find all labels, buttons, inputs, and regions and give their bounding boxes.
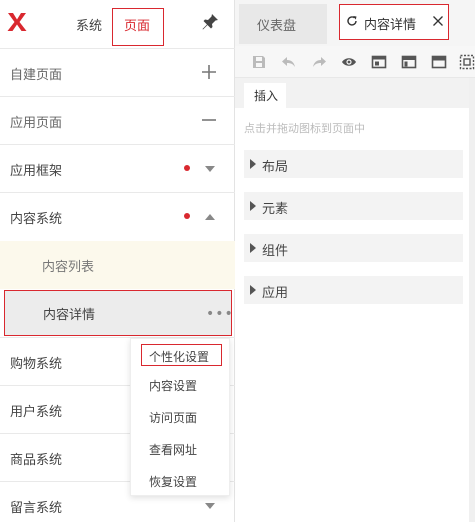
section-applications[interactable]: 应用: [244, 276, 463, 304]
workspace-tab-bar: 仪表盘 内容详情: [235, 0, 475, 46]
plus-icon[interactable]: [201, 64, 217, 80]
menu-item-visit-page[interactable]: 访问页面: [131, 402, 231, 432]
redo-icon[interactable]: [311, 54, 327, 70]
status-dot: [184, 213, 190, 219]
tab-label: 插入: [254, 89, 279, 103]
editor-toolbar: [235, 46, 475, 78]
close-icon[interactable]: [432, 15, 444, 27]
caret-right-icon: [250, 243, 256, 253]
section-label: 元素: [262, 202, 289, 217]
tab-insert[interactable]: 插入: [244, 83, 286, 108]
menu-item-label: 查看网址: [149, 443, 198, 457]
grid-icon[interactable]: [459, 54, 475, 70]
sidebar-item-label: 内容系统: [10, 212, 63, 227]
tab-dashboard[interactable]: 仪表盘: [239, 4, 327, 44]
section-label: 布局: [262, 160, 289, 175]
section-label: 组件: [262, 244, 289, 259]
context-menu: 个性化设置 内容设置 访问页面 查看网址 恢复设置: [130, 338, 230, 496]
caret-right-icon: [250, 201, 256, 211]
status-dot: [184, 165, 190, 171]
sidebar-item-custom-pages[interactable]: 自建页面: [0, 48, 235, 96]
caret-down-icon[interactable]: [204, 165, 216, 173]
section-layout[interactable]: 布局: [244, 150, 463, 178]
tab-page-label: 页面: [124, 19, 151, 34]
tab-label: 仪表盘: [257, 19, 297, 34]
caret-up-icon[interactable]: [204, 213, 216, 221]
sidebar-header: 系统 页面: [0, 0, 235, 48]
sidebar-item-label: 应用框架: [10, 164, 63, 179]
undo-icon[interactable]: [281, 54, 297, 70]
sidebar-item-content-system[interactable]: 内容系统: [0, 192, 235, 240]
sidebar-item-label: 应用页面: [10, 116, 63, 131]
menu-item-view-url[interactable]: 查看网址: [131, 434, 231, 464]
layout-icon[interactable]: [371, 54, 387, 70]
sidebar-item-label: 购物系统: [10, 357, 63, 372]
reload-icon[interactable]: [346, 15, 358, 27]
tab-content-detail[interactable]: 内容详情: [339, 4, 449, 40]
sidebar-item-app-pages[interactable]: 应用页面: [0, 96, 235, 144]
more-options-icon[interactable]: •••: [206, 306, 234, 322]
sidebar-item-label: 自建页面: [10, 68, 63, 83]
sidebar-subitem-content-detail[interactable]: 内容详情 •••: [4, 290, 234, 336]
tab-label: 内容详情: [364, 18, 417, 33]
sidebar-subitem-label: 内容列表: [42, 260, 95, 275]
section-label: 应用: [262, 286, 289, 301]
sidebar-subitem-content-list[interactable]: 内容列表: [0, 241, 235, 289]
sidebar-item-app-framework[interactable]: 应用框架: [0, 144, 235, 192]
menu-item-restore-settings[interactable]: 恢复设置: [131, 466, 231, 496]
menu-item-label: 访问页面: [149, 411, 198, 425]
sidebar-item-label: 商品系统: [10, 453, 63, 468]
panel-tab-bar: 插入: [235, 78, 475, 108]
drag-hint-text: 点击并拖动图标到页面中: [244, 122, 365, 135]
logo-x-icon: [7, 13, 27, 31]
save-icon[interactable]: [251, 54, 267, 70]
full-layout-icon[interactable]: [431, 54, 447, 70]
sidebar-item-label: 用户系统: [10, 405, 63, 420]
scrollbar[interactable]: [469, 78, 475, 522]
caret-right-icon: [250, 285, 256, 295]
section-elements[interactable]: 元素: [244, 192, 463, 220]
section-components[interactable]: 组件: [244, 234, 463, 262]
minus-icon[interactable]: [201, 112, 217, 128]
workspace: 仪表盘 内容详情 插入 点击并拖动图标到页面中 布局 元素 组件 应用: [235, 0, 475, 522]
preview-icon[interactable]: [341, 54, 357, 70]
caret-right-icon: [250, 159, 256, 169]
sidebar-subitem-label: 内容详情: [43, 308, 96, 323]
pin-icon[interactable]: [200, 12, 220, 32]
menu-item-content-settings[interactable]: 内容设置: [131, 370, 231, 400]
menu-item-label: 个性化设置: [149, 350, 210, 364]
caret-down-icon[interactable]: [204, 502, 216, 510]
menu-item-label: 恢复设置: [149, 475, 198, 489]
tab-system[interactable]: 系统: [76, 15, 102, 34]
sidebar-item-label: 留言系统: [10, 501, 63, 516]
menu-item-personalize[interactable]: 个性化设置: [141, 344, 222, 366]
header-layout-icon[interactable]: [401, 54, 417, 70]
menu-item-label: 内容设置: [149, 379, 198, 393]
tab-page[interactable]: 页面: [112, 8, 164, 46]
